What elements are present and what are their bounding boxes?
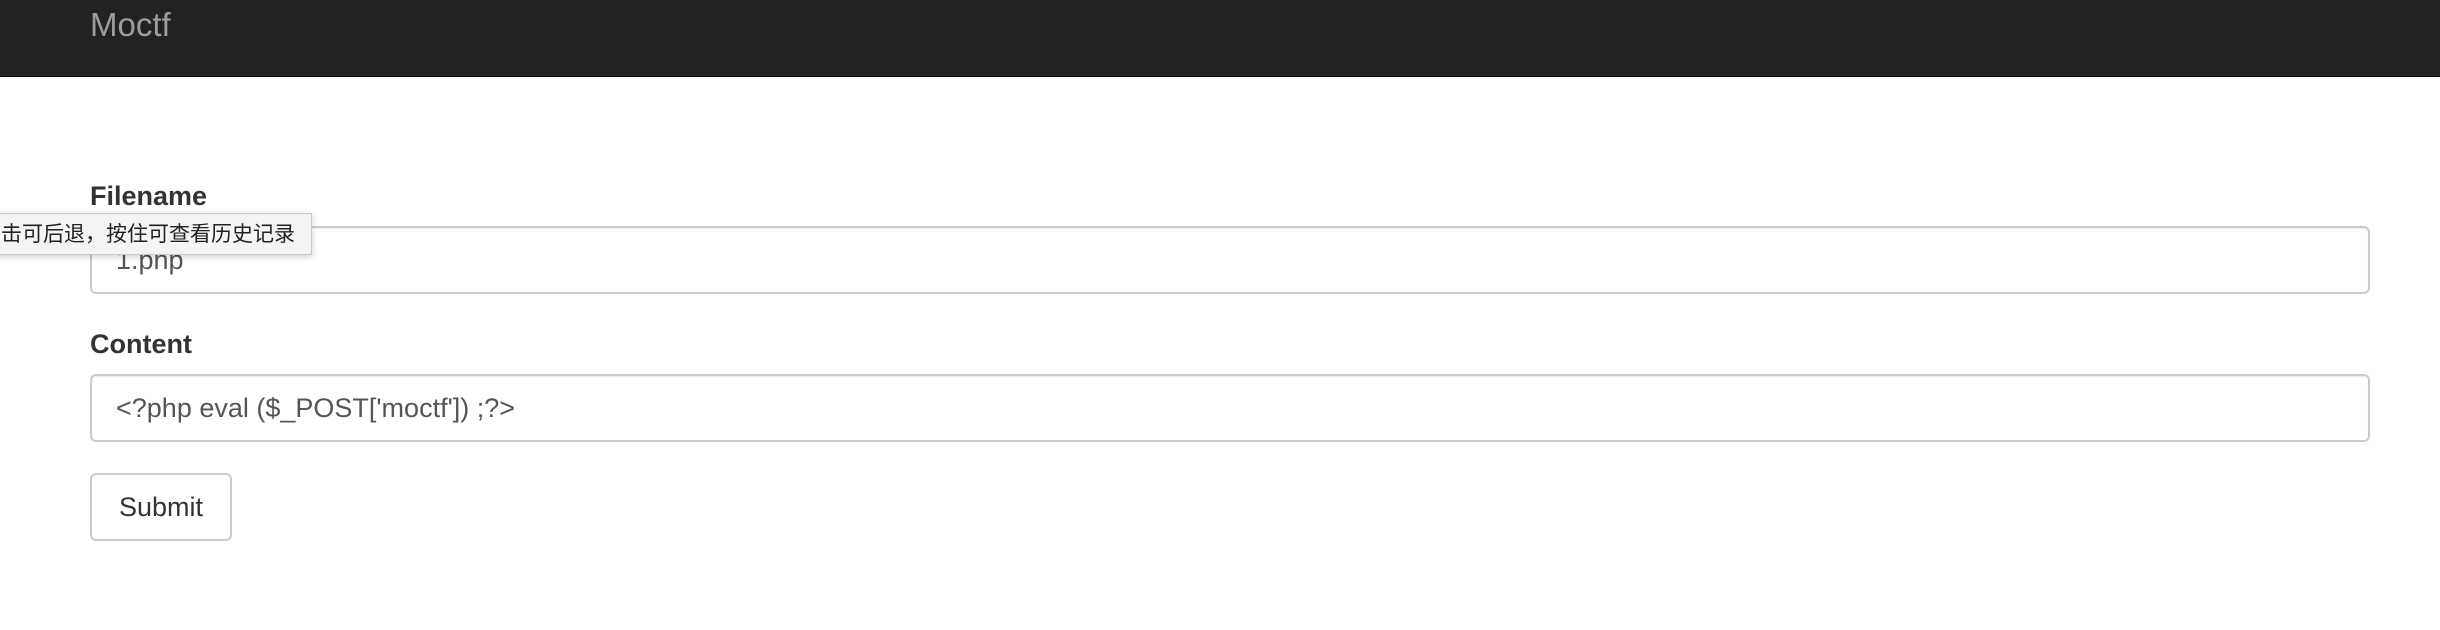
filename-input[interactable]	[90, 226, 2370, 294]
filename-label: Filename	[90, 181, 208, 211]
brand-link[interactable]: Moctf	[90, 4, 171, 46]
content-input[interactable]	[90, 374, 2370, 442]
top-navbar: Moctf	[0, 0, 2440, 77]
back-button-tooltip: 击可后退，按住可查看历史记录	[0, 213, 312, 255]
submit-button[interactable]: Submit	[90, 473, 232, 541]
content-label: Content	[90, 329, 192, 359]
